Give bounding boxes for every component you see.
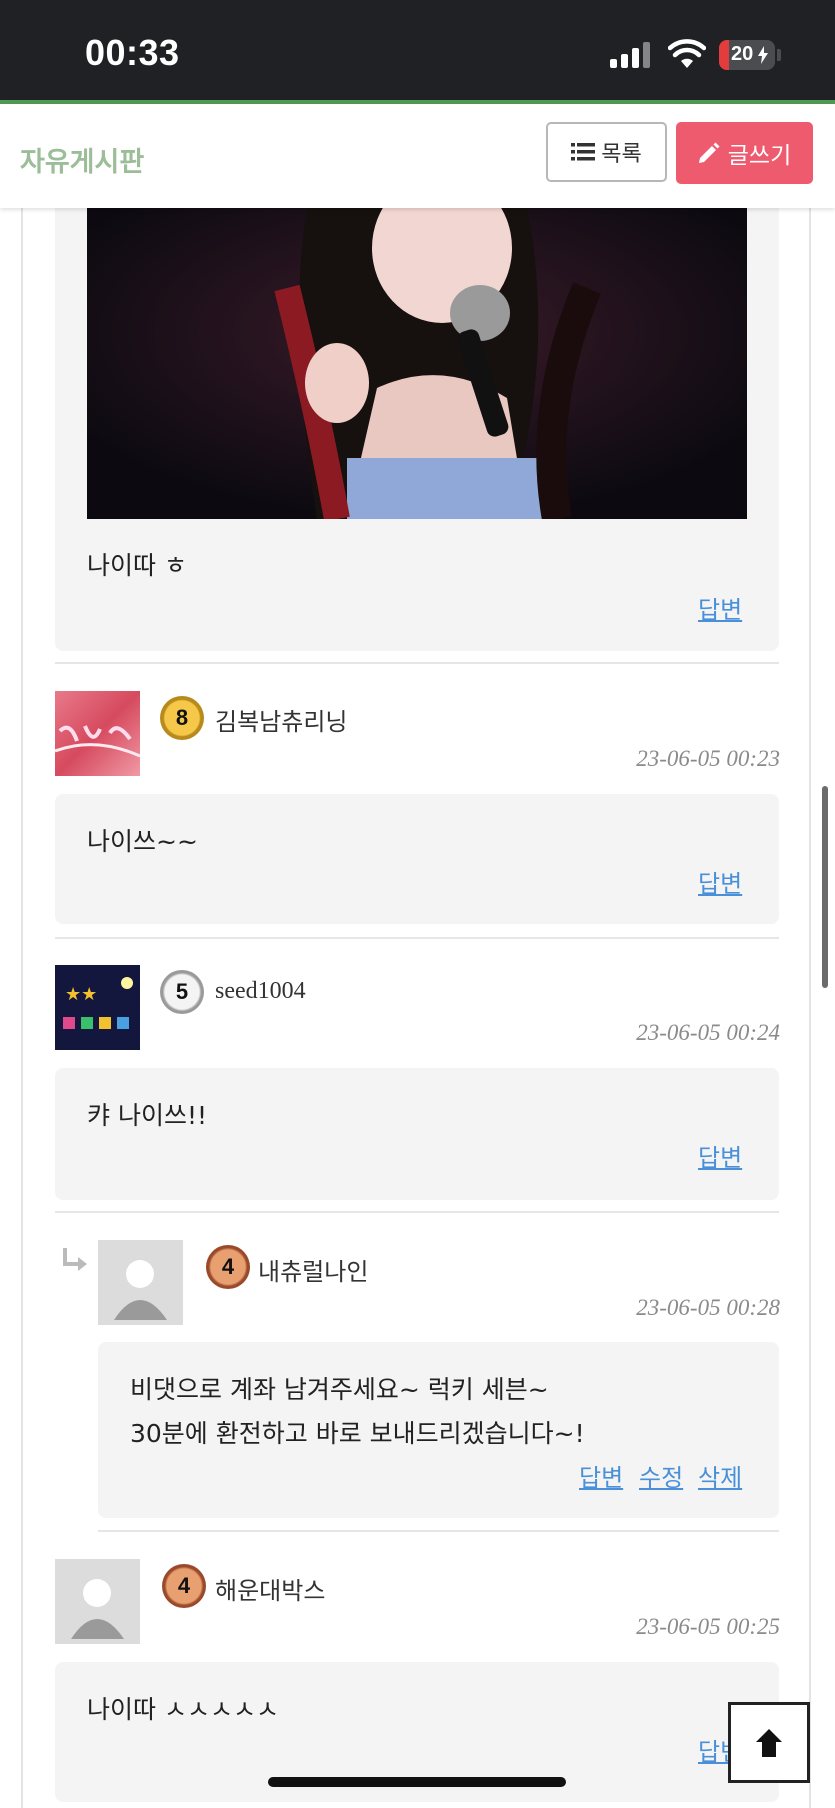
- avatar[interactable]: ★★: [55, 965, 140, 1050]
- comment-date: 23-06-05 00:28: [636, 1295, 780, 1320]
- username[interactable]: 해운대박스: [215, 1571, 325, 1606]
- default-avatar-icon: [55, 1559, 140, 1644]
- battery-level: 20: [731, 43, 754, 65]
- comment-box: [55, 1068, 779, 1200]
- scroll-top-button[interactable]: [728, 1702, 810, 1783]
- charging-bolt-icon: [758, 46, 768, 64]
- comment-divider: [55, 662, 779, 664]
- reply-arrow-icon: [63, 1248, 87, 1271]
- username[interactable]: 내츄럴나인: [258, 1252, 368, 1287]
- board-header: 자유게시판 목록 글쓰기: [0, 104, 835, 208]
- status-time: 00:33: [85, 32, 180, 73]
- list-icon: [571, 143, 596, 161]
- comment-text: 나이쓰~~: [87, 827, 198, 856]
- level-number: 4: [177, 1573, 191, 1598]
- comment-date: 23-06-05 00:24: [636, 1020, 780, 1045]
- avatar-image: [55, 725, 140, 758]
- avatar[interactable]: [98, 1240, 183, 1325]
- list-button-label: 목록: [601, 142, 642, 167]
- level-number: 5: [175, 979, 189, 1004]
- home-indicator: [268, 1777, 566, 1787]
- comment-text: 캬 나이쓰!!: [87, 1101, 207, 1130]
- comment-divider: [55, 1211, 779, 1213]
- battery-cap: [777, 49, 781, 61]
- write-button-label: 글쓰기: [727, 143, 792, 169]
- delete-link[interactable]: 삭제: [698, 1458, 742, 1493]
- level-badge: 5: [160, 970, 204, 1014]
- comment-date: 23-06-05 00:23: [636, 746, 780, 771]
- scrollbar[interactable]: [822, 786, 828, 988]
- comment-text: 나이따 ㅅㅅㅅㅅㅅ: [87, 1695, 279, 1724]
- level-number: 4: [221, 1254, 235, 1279]
- list-button[interactable]: 목록: [546, 122, 667, 182]
- comment-photo[interactable]: [87, 208, 747, 519]
- comment-text: 나이따 ㅎ: [87, 551, 187, 580]
- avatar[interactable]: [55, 1559, 140, 1644]
- comment-date: 23-06-05 00:25: [636, 1614, 780, 1639]
- battery-icon: 20: [719, 40, 775, 70]
- edit-link[interactable]: 수정: [639, 1458, 683, 1493]
- performer-image: [87, 208, 747, 519]
- reply-link[interactable]: 답변: [698, 1138, 742, 1173]
- comment-box: [55, 794, 779, 924]
- wifi-icon: [668, 39, 706, 68]
- reply-link[interactable]: 답변: [698, 590, 742, 625]
- comment-text-line: 30분에 환전하고 바로 보내드리겠습니다~!: [130, 1419, 585, 1448]
- level-number: 8: [175, 705, 189, 730]
- comment-divider: [98, 1530, 779, 1532]
- reply-link[interactable]: 답변: [579, 1458, 623, 1493]
- write-button[interactable]: 글쓰기: [676, 122, 813, 184]
- arrow-up-icon: [756, 1728, 782, 1757]
- avatar[interactable]: [55, 691, 140, 776]
- status-bar: 00:33 20: [0, 0, 835, 100]
- pencil-icon: [698, 142, 720, 163]
- comment-text-line: 비댓으로 계좌 남겨주세요~ 럭키 세븐~: [130, 1375, 549, 1404]
- username[interactable]: 김복남츄리닝: [215, 702, 347, 737]
- level-badge: 4: [206, 1245, 250, 1289]
- reply-link[interactable]: 답변: [698, 864, 742, 899]
- username[interactable]: seed1004: [215, 978, 306, 1005]
- comment-divider: [55, 937, 779, 939]
- signal-icon: [610, 42, 652, 68]
- level-badge: 4: [162, 1564, 206, 1608]
- board-title[interactable]: 자유게시판: [20, 140, 144, 179]
- avatar-image: ★★: [55, 965, 140, 1050]
- svg-text:★★: ★★: [65, 984, 97, 1005]
- level-badge: 8: [160, 696, 204, 740]
- default-avatar-icon: [98, 1240, 183, 1325]
